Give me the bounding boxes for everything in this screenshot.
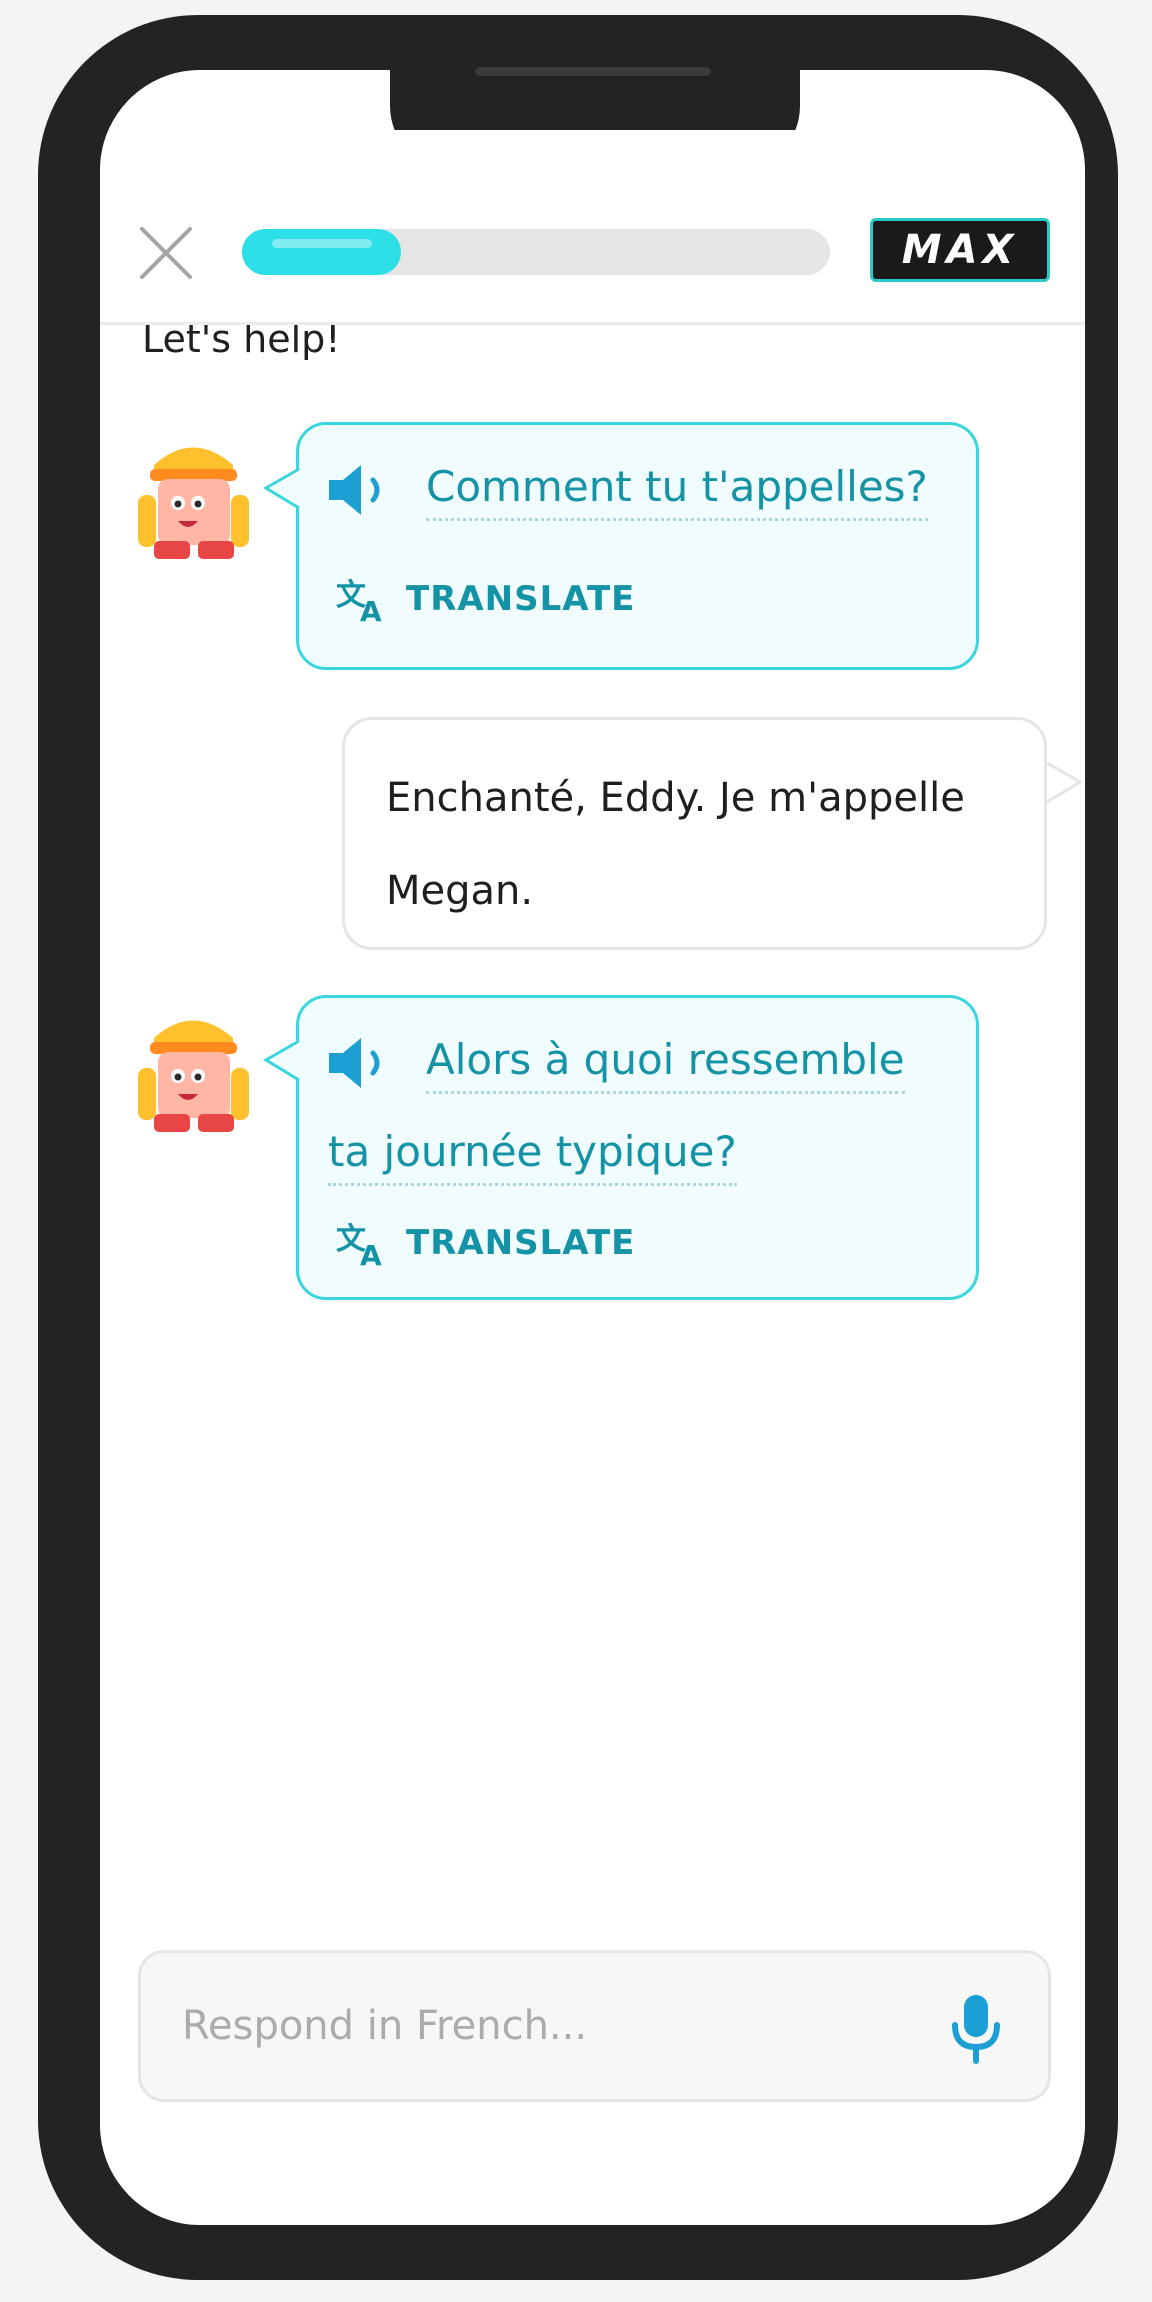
progress-fill	[242, 229, 401, 275]
french-message-text-line2[interactable]: ta journée typique?	[328, 1121, 737, 1186]
svg-text:A: A	[360, 595, 382, 623]
close-icon	[140, 227, 192, 279]
speaker-audio-button[interactable]	[325, 462, 397, 518]
lesson-progress-bar	[242, 229, 830, 275]
bubble-tail	[263, 1039, 300, 1082]
close-button[interactable]	[138, 225, 194, 281]
microphone-icon	[952, 1995, 1000, 2064]
translate-button[interactable]: 文 A TRANSLATE	[336, 575, 635, 623]
phone-speaker	[475, 67, 711, 76]
max-badge: MAX	[870, 218, 1050, 282]
character-avatar	[136, 1008, 251, 1138]
translate-icon: 文 A	[336, 1222, 382, 1267]
response-input[interactable]	[180, 1985, 884, 2067]
microphone-button[interactable]	[950, 1993, 1002, 2065]
speaker-icon	[329, 1038, 380, 1088]
translate-label: TRANSLATE	[406, 1223, 636, 1263]
french-message-text-line1[interactable]: Alors à quoi ressemble	[426, 1029, 905, 1094]
speaker-audio-button[interactable]	[325, 1035, 397, 1091]
character-avatar	[136, 435, 251, 565]
svg-text:A: A	[360, 1239, 382, 1267]
header-divider	[100, 322, 1085, 325]
speaker-icon	[329, 465, 380, 515]
french-message-text[interactable]: Comment tu t'appelles?	[426, 456, 928, 521]
translate-button[interactable]: 文 A TRANSLATE	[336, 1219, 635, 1267]
translate-icon: 文 A	[336, 578, 382, 623]
translate-label: TRANSLATE	[406, 579, 636, 619]
bubble-tail	[263, 467, 300, 510]
user-bubble-tail	[1046, 761, 1083, 804]
user-message-text: Enchanté, Eddy. Je m'appelle Megan.	[386, 775, 965, 914]
progress-shine	[272, 239, 372, 248]
